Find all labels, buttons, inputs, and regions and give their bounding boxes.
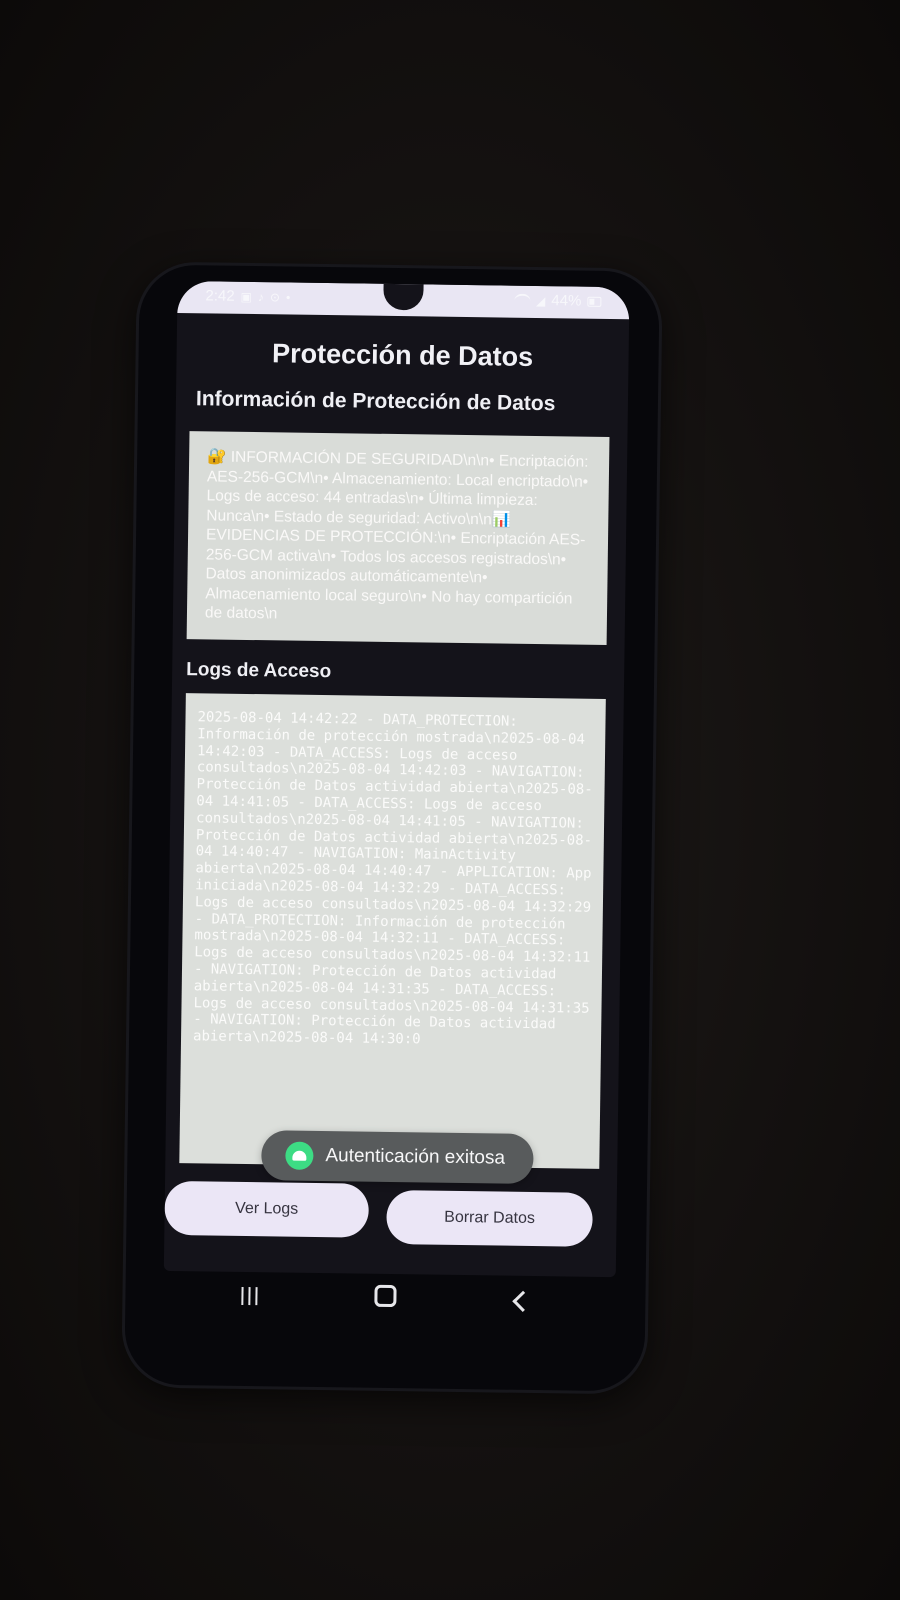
- battery-percent: 44%: [551, 292, 582, 310]
- signal-icon: ◢: [536, 293, 546, 308]
- home-button[interactable]: [355, 1282, 415, 1314]
- back-button[interactable]: [490, 1284, 550, 1316]
- sync-notification-icon: ⊙: [269, 289, 281, 304]
- action-buttons: Ver Logs Borrar Datos: [164, 1180, 617, 1247]
- wifi-icon: [514, 293, 531, 308]
- back-icon: [512, 1290, 534, 1312]
- phone-device: 2:42 ▣ ♪ ⊙ • ◢ 44% Protección de Datos I…: [124, 264, 660, 1392]
- tiktok-notification-icon: ♪: [257, 289, 265, 304]
- page-title: Protección de Datos: [271, 338, 534, 372]
- status-time: 2:42: [205, 287, 235, 305]
- info-section-title: Información de Protección de Datos: [195, 387, 556, 416]
- battery-icon: [587, 296, 602, 307]
- toast-message: Autenticación exitosa: [325, 1145, 506, 1169]
- status-right: ◢ 44%: [514, 292, 602, 310]
- gallery-notification-icon: ▣: [240, 289, 253, 304]
- security-info-text: 🔐 INFORMACIÓN DE SEGURIDAD\n\n• Encripta…: [186, 431, 610, 645]
- system-navigation-bar: [125, 1264, 646, 1331]
- clear-data-button[interactable]: Borrar Datos: [386, 1189, 593, 1247]
- view-logs-button[interactable]: Ver Logs: [164, 1180, 370, 1238]
- camera-notch: [383, 283, 424, 311]
- phone-screen: 2:42 ▣ ♪ ⊙ • ◢ 44% Protección de Datos I…: [163, 280, 630, 1278]
- access-logs-text[interactable]: 2025-08-04 14:42:22 - DATA_PROTECTION: I…: [179, 693, 606, 1169]
- recent-apps-icon: [241, 1286, 260, 1305]
- toast-notification: Autenticación exitosa: [261, 1130, 534, 1185]
- android-robot-icon: [285, 1141, 314, 1170]
- home-icon: [374, 1284, 397, 1307]
- logs-section-title: Logs de Acceso: [186, 659, 332, 683]
- recent-apps-button[interactable]: [221, 1280, 281, 1312]
- status-bar: 2:42 ▣ ♪ ⊙ • ◢ 44%: [177, 280, 630, 320]
- dot-notification-icon: •: [285, 289, 291, 305]
- status-left: 2:42 ▣ ♪ ⊙ •: [205, 287, 290, 305]
